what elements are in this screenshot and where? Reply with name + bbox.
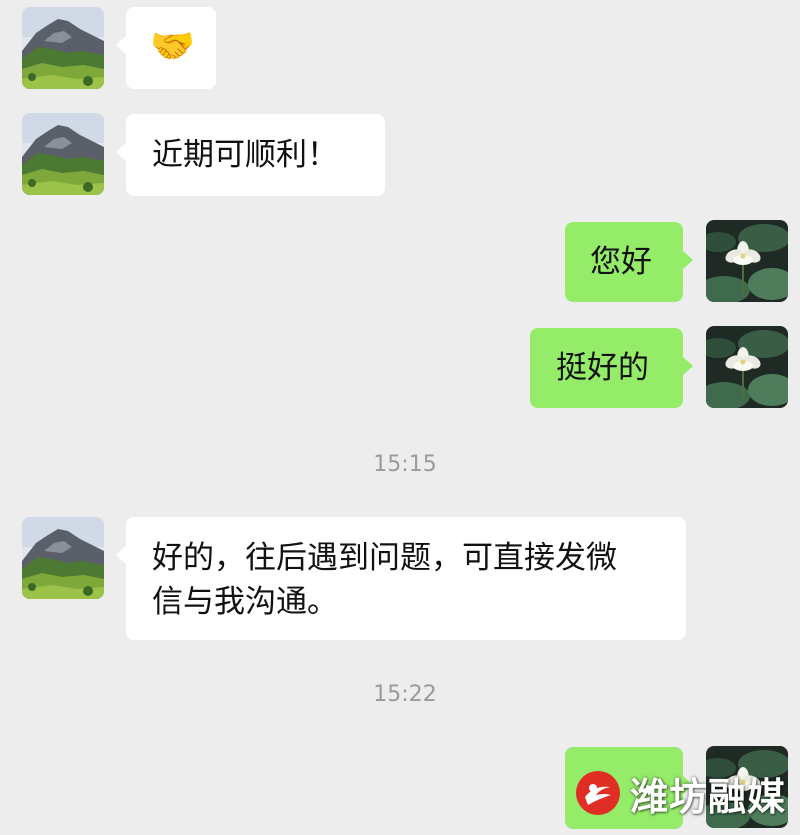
- mountain-landscape-icon: [22, 7, 104, 89]
- watermark-text: 潍坊融媒: [630, 774, 787, 819]
- message-text: 近期可顺利！: [152, 137, 338, 173]
- my-avatar[interactable]: [706, 220, 788, 302]
- handshake-emoji: 🤝: [150, 26, 195, 67]
- message-bubble-outgoing[interactable]: 您好: [565, 222, 693, 302]
- contact-avatar[interactable]: [22, 113, 104, 195]
- message-timestamp: 15:15: [373, 452, 437, 477]
- message-text: 挺好的: [556, 350, 649, 386]
- my-avatar[interactable]: [706, 326, 788, 408]
- white-lotus-flower-icon: [706, 220, 788, 302]
- contact-avatar[interactable]: [22, 517, 104, 599]
- message-bubble-outgoing[interactable]: 挺好的: [530, 328, 693, 408]
- contact-avatar[interactable]: [22, 7, 104, 89]
- watermark: 潍坊融媒: [576, 767, 786, 819]
- mountain-landscape-icon: [22, 517, 104, 599]
- white-lotus-flower-icon: [706, 326, 788, 408]
- message-bubble-incoming[interactable]: 🤝: [116, 7, 216, 89]
- message-text: 好的，往后遇到问题，可直接发微 信与我沟通。: [152, 540, 617, 620]
- mountain-landscape-icon: [22, 113, 104, 195]
- message-text: 您好: [590, 244, 652, 280]
- watermark-logo-icon: [576, 771, 620, 815]
- message-bubble-incoming[interactable]: 好的，往后遇到问题，可直接发微 信与我沟通。: [116, 517, 686, 640]
- message-timestamp: 15:22: [373, 682, 437, 707]
- message-bubble-incoming[interactable]: 近期可顺利！: [116, 114, 385, 196]
